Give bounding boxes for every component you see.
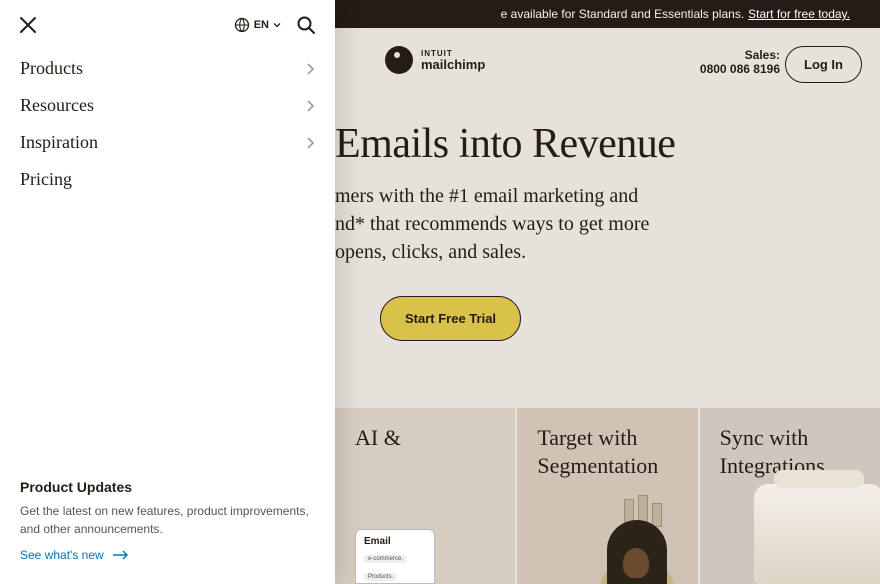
- card-title: AI &: [355, 424, 495, 452]
- email-chip: e-commerce.: [364, 555, 407, 563]
- see-whats-new-link[interactable]: See what's new: [20, 548, 130, 562]
- hero-sub-line: nd* that recommends ways to get more: [335, 210, 860, 238]
- chevron-right-icon: [305, 136, 315, 150]
- sales-block: Sales: 0800 086 8196: [700, 48, 780, 76]
- sales-phone[interactable]: 0800 086 8196: [700, 62, 780, 76]
- nav-item-resources[interactable]: Resources: [12, 87, 323, 124]
- hero-sub-line: opens, clicks, and sales.: [335, 238, 860, 266]
- person-illustration: [567, 520, 687, 584]
- see-whats-new-label: See what's new: [20, 548, 104, 562]
- email-label: Email: [364, 536, 426, 547]
- hero: Emails into Revenue mers with the #1 ema…: [335, 120, 860, 341]
- footer-body: Get the latest on new features, product …: [20, 503, 315, 538]
- chevron-right-icon: [305, 99, 315, 113]
- hero-subtitle: mers with the #1 email marketing and nd*…: [335, 182, 860, 266]
- promo-link[interactable]: Start for free today.: [748, 7, 850, 21]
- promo-text: e available for Standard and Essentials …: [501, 7, 745, 21]
- card-title: Target with Segmentation: [537, 424, 677, 479]
- feature-card-integrations[interactable]: Sync with Integrations: [700, 408, 880, 584]
- brand-name: mailchimp: [421, 58, 485, 71]
- nav-list: Products Resources Inspiration Pricing: [0, 44, 335, 204]
- chevron-down-icon: [273, 21, 281, 29]
- login-button[interactable]: Log In: [785, 46, 862, 83]
- email-chip: Products.: [364, 573, 397, 581]
- mailchimp-logo-icon: [385, 46, 413, 74]
- footer-heading: Product Updates: [20, 479, 315, 495]
- nav-drawer: EN Products Resources Inspiration: [0, 0, 335, 584]
- start-free-trial-button[interactable]: Start Free Trial: [380, 296, 521, 341]
- nav-item-label: Inspiration: [20, 132, 98, 153]
- feature-cards-row: AI & Email e-commerce. Products. Target …: [335, 408, 880, 584]
- nav-item-label: Resources: [20, 95, 94, 116]
- sales-label: Sales:: [700, 48, 780, 62]
- drawer-top: EN: [0, 0, 335, 44]
- email-preview-box: Email e-commerce. Products.: [355, 529, 435, 584]
- nav-item-label: Products: [20, 58, 83, 79]
- brand-text: INTUIT mailchimp: [421, 50, 485, 71]
- speaker-illustration: [754, 484, 880, 584]
- feature-card-segmentation[interactable]: Target with Segmentation: [517, 408, 697, 584]
- nav-item-pricing[interactable]: Pricing: [12, 161, 323, 198]
- arrow-right-icon: [112, 550, 130, 560]
- hero-title: Emails into Revenue: [335, 120, 860, 168]
- search-icon[interactable]: [295, 14, 317, 36]
- globe-icon: [234, 17, 250, 33]
- brand-logo[interactable]: INTUIT mailchimp: [385, 46, 485, 74]
- drawer-footer: Product Updates Get the latest on new fe…: [0, 463, 335, 584]
- hero-sub-line: mers with the #1 email marketing and: [335, 182, 860, 210]
- nav-item-label: Pricing: [20, 169, 72, 190]
- language-code: EN: [254, 19, 269, 31]
- close-icon[interactable]: [18, 15, 38, 35]
- nav-item-inspiration[interactable]: Inspiration: [12, 124, 323, 161]
- feature-card-ai[interactable]: AI & Email e-commerce. Products.: [335, 408, 515, 584]
- chevron-right-icon: [305, 62, 315, 76]
- nav-item-products[interactable]: Products: [12, 50, 323, 87]
- language-switcher[interactable]: EN: [234, 17, 281, 33]
